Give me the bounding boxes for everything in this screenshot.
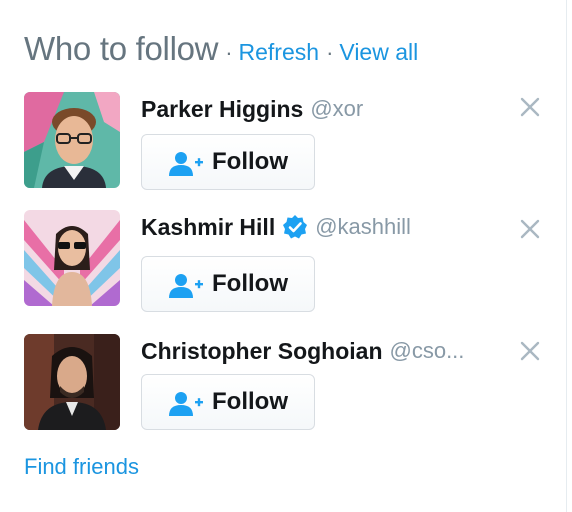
add-person-icon [169, 274, 203, 298]
user-full-name[interactable]: Christopher Soghoian [141, 338, 383, 365]
refresh-link[interactable]: Refresh [239, 39, 320, 66]
close-icon[interactable] [517, 94, 543, 120]
verified-badge-icon [283, 215, 308, 239]
who-to-follow-module: Who to follow · Refresh · View all Parke [0, 0, 567, 512]
close-icon[interactable] [517, 338, 543, 364]
add-person-icon [169, 152, 203, 176]
user-full-name[interactable]: Parker Higgins [141, 96, 303, 123]
user-suggestion: Parker Higgins @xor Follow [24, 92, 544, 192]
module-header: Who to follow · Refresh · View all [24, 30, 418, 70]
separator-dot: · [225, 40, 233, 65]
name-line: Christopher Soghoian @cso... [141, 334, 464, 368]
name-line: Parker Higgins @xor [141, 92, 363, 126]
avatar[interactable] [24, 92, 120, 188]
user-handle[interactable]: @kashhill [315, 214, 411, 240]
separator-dot: · [326, 40, 334, 65]
user-handle[interactable]: @xor [310, 96, 363, 122]
user-full-name[interactable]: Kashmir Hill [141, 214, 275, 241]
close-icon[interactable] [517, 216, 543, 242]
follow-button[interactable]: Follow [141, 256, 315, 312]
user-suggestion: Kashmir Hill @kashhill Follow [24, 210, 544, 312]
user-suggestion: Christopher Soghoian @cso... Follow [24, 334, 544, 434]
add-person-icon [169, 392, 203, 416]
avatar[interactable] [24, 334, 120, 430]
follow-label: Follow [212, 148, 288, 175]
name-line: Kashmir Hill @kashhill [141, 210, 411, 244]
module-title: Who to follow [24, 30, 219, 67]
avatar[interactable] [24, 210, 120, 306]
follow-button[interactable]: Follow [141, 134, 315, 190]
follow-label: Follow [212, 270, 288, 297]
follow-button[interactable]: Follow [141, 374, 315, 430]
user-handle[interactable]: @cso... [390, 338, 465, 364]
follow-label: Follow [212, 388, 288, 415]
find-friends-link[interactable]: Find friends [24, 454, 139, 480]
view-all-link[interactable]: View all [339, 39, 418, 66]
